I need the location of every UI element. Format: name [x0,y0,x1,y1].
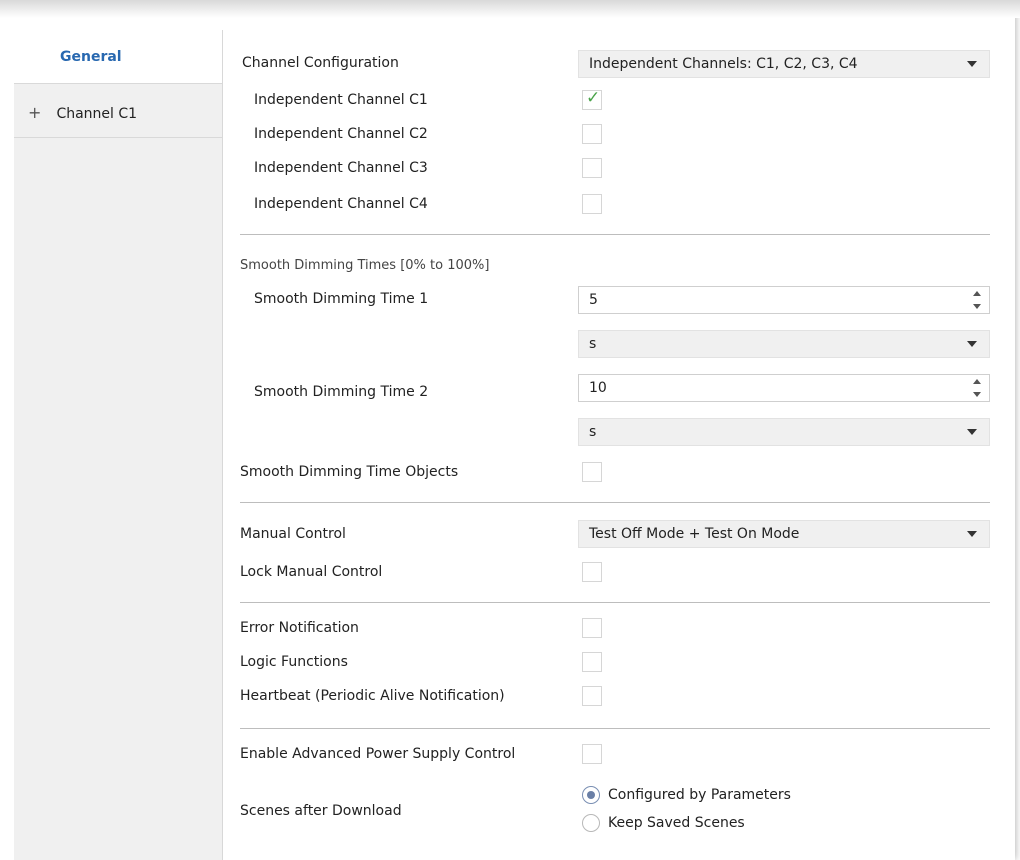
smooth-time1-unit-row: s [222,330,992,358]
sidebar-item-label: General [60,49,122,65]
lock-manual-checkbox[interactable] [582,562,602,582]
error-notification-row: Error Notification [222,618,992,642]
channel-c3-row: Independent Channel C3 [222,158,992,182]
power-supply-row: Enable Advanced Power Supply Control [222,744,992,768]
channel-c1-row: Independent Channel C1 ✓ [222,88,992,114]
sidebar-item-general[interactable]: General [14,30,222,84]
divider [240,502,990,503]
manual-control-label: Manual Control [240,526,346,542]
logic-functions-label: Logic Functions [240,654,348,670]
radio-dot [587,791,595,799]
chevron-down-icon [967,531,977,537]
spinner-icon[interactable] [973,378,981,398]
divider [240,234,990,235]
channel-c4-checkbox[interactable] [582,194,602,214]
smooth-time2-row: Smooth Dimming Time 2 10 [222,374,992,402]
smooth-time1-row: Smooth Dimming Time 1 5 [222,286,992,314]
scenes-row: Scenes after Download Configured by Para… [222,786,992,840]
lock-manual-row: Lock Manual Control [222,562,992,586]
scenes-option-keep-radio[interactable] [582,814,600,832]
logic-functions-row: Logic Functions [222,652,992,676]
input-value: 10 [589,380,607,396]
channel-configuration-label: Channel Configuration [242,55,399,71]
channel-c1-checkbox[interactable]: ✓ [582,88,602,110]
power-supply-label: Enable Advanced Power Supply Control [240,746,516,762]
smooth-time1-input[interactable]: 5 [578,286,990,314]
heartbeat-checkbox[interactable] [582,686,602,706]
heartbeat-label: Heartbeat (Periodic Alive Notification) [240,688,505,704]
channel-configuration-row: Channel Configuration Independent Channe… [222,50,992,78]
divider [240,728,990,729]
smooth-objects-row: Smooth Dimming Time Objects [222,462,992,486]
smooth-objects-checkbox[interactable] [582,462,602,482]
error-notification-checkbox[interactable] [582,618,602,638]
channel-configuration-select[interactable]: Independent Channels: C1, C2, C3, C4 [578,50,990,78]
channel-c2-checkbox[interactable] [582,124,602,144]
smooth-time1-unit-select[interactable]: s [578,330,990,358]
error-notification-label: Error Notification [240,620,359,636]
manual-control-select[interactable]: Test Off Mode + Test On Mode [578,520,990,548]
smooth-time2-input[interactable]: 10 [578,374,990,402]
channel-c4-row: Independent Channel C4 [222,194,992,218]
scenes-label: Scenes after Download [240,803,402,819]
sidebar-item-channel-c1[interactable]: + Channel C1 [14,88,222,138]
select-value: Independent Channels: C1, C2, C3, C4 [589,56,858,72]
lock-manual-label: Lock Manual Control [240,564,383,580]
channel-c3-label: Independent Channel C3 [254,160,428,176]
smooth-time2-unit-select[interactable]: s [578,418,990,446]
sidebar: General + Channel C1 [14,30,223,860]
select-value: s [589,336,597,352]
chevron-down-icon [967,61,977,67]
smooth-time2-label: Smooth Dimming Time 2 [254,384,429,400]
channel-c1-label: Independent Channel C1 [254,92,428,108]
spinner-icon[interactable] [973,290,981,310]
logic-functions-checkbox[interactable] [582,652,602,672]
parameters-panel: Channel Configuration Independent Channe… [222,30,1012,860]
section-title: Smooth Dimming Times [0% to 100%] [240,258,490,273]
smooth-time1-label: Smooth Dimming Time 1 [254,291,429,307]
smooth-time2-unit-row: s [222,418,992,446]
channel-c2-label: Independent Channel C2 [254,126,428,142]
manual-control-row: Manual Control Test Off Mode + Test On M… [222,520,992,548]
top-shadow [0,0,1020,18]
scenes-option-configured-radio[interactable] [582,786,600,804]
chevron-down-icon [967,341,977,347]
select-value: Test Off Mode + Test On Mode [589,526,800,542]
divider [240,602,990,603]
heartbeat-row: Heartbeat (Periodic Alive Notification) [222,686,992,710]
sidebar-item-label: Channel C1 [56,106,138,122]
expand-icon[interactable]: + [28,88,52,138]
channel-c2-row: Independent Channel C2 [222,124,992,148]
smooth-objects-label: Smooth Dimming Time Objects [240,464,459,480]
check-icon: ✓ [586,88,601,108]
select-value: s [589,424,597,440]
channel-c4-label: Independent Channel C4 [254,196,428,212]
window-frame: General + Channel C1 Channel Configurati… [0,0,1020,860]
power-supply-checkbox[interactable] [582,744,602,764]
scenes-option-configured-label[interactable]: Configured by Parameters [608,787,791,803]
scenes-option-keep-label[interactable]: Keep Saved Scenes [608,815,745,831]
chevron-down-icon [967,429,977,435]
input-value: 5 [589,292,598,308]
channel-c3-checkbox[interactable] [582,158,602,178]
